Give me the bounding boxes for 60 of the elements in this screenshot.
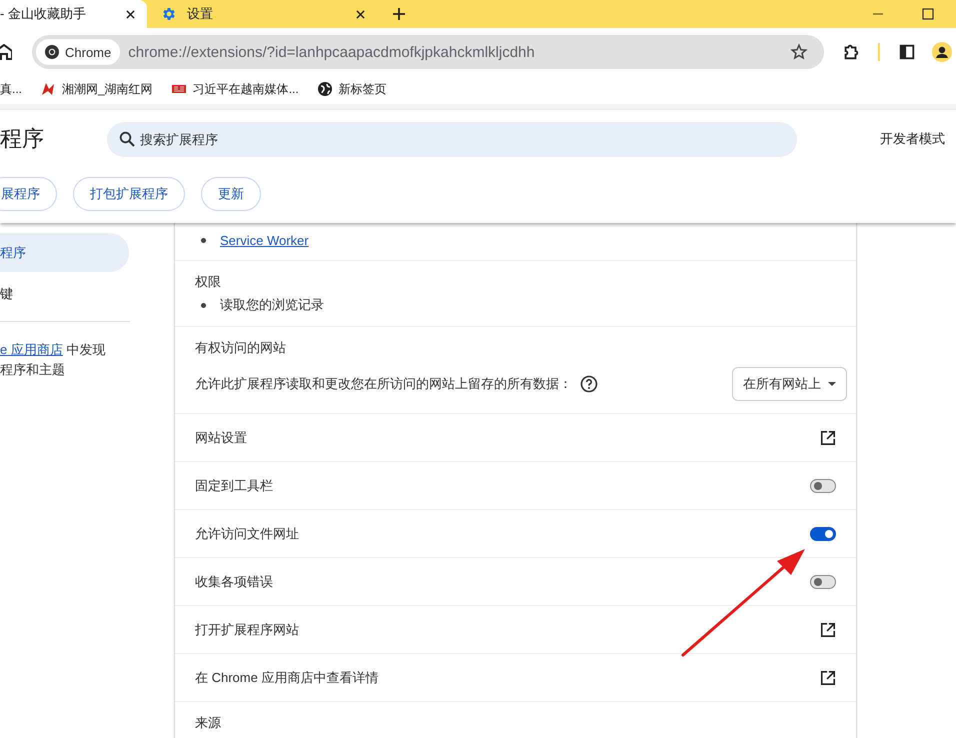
browser-logo-icon [44, 44, 60, 60]
site-access-description: 允许此扩展程序读取和更改您在所访问的网站上留存的所有数据： [195, 375, 572, 393]
external-link-icon[interactable] [820, 622, 836, 638]
bookmark-item[interactable]: 湘潮网_湖南红网 [40, 80, 153, 98]
home-icon[interactable] [0, 44, 12, 60]
sidebar-item[interactable]: 键 [0, 274, 129, 313]
section-title: 来源 [195, 714, 222, 732]
site-logo-icon [40, 81, 56, 97]
search-field[interactable]: 搜索扩展程序 [107, 122, 797, 156]
search-icon [119, 130, 135, 146]
new-tab-icon[interactable] [393, 8, 405, 20]
page-title: 程序 [0, 125, 45, 153]
gear-icon [161, 6, 177, 22]
bookmark-label: 习近平在越南媒体... [192, 80, 299, 98]
puzzle-icon[interactable] [842, 43, 860, 61]
tab-title: 设置 [187, 5, 214, 23]
developer-mode-label: 开发者模式 [880, 130, 945, 148]
globe-icon [316, 81, 333, 97]
toggle-switch[interactable] [810, 526, 836, 540]
bookmark-label: 新标签页 [338, 80, 387, 98]
close-icon[interactable] [356, 10, 365, 18]
setting-label: 网站设置 [195, 428, 247, 446]
address-bar[interactable]: Chrome chrome://extensions/?id=lanhpcaapacdmofkjpkahckmlkljcdhh [32, 35, 824, 69]
chip-label: Chrome [65, 44, 112, 60]
site-chip[interactable]: Chrome [36, 39, 120, 65]
external-link-icon[interactable] [820, 430, 836, 446]
bookmark-label: 湘潮网_湖南红网 [62, 80, 153, 98]
action-button[interactable]: 打包扩展程序 [73, 177, 185, 211]
setting-label: 在 Chrome 应用商店中查看详情 [195, 668, 378, 686]
site-access-dropdown[interactable]: 在所有网站上 [732, 367, 847, 401]
action-button[interactable]: 更新 [201, 177, 261, 211]
side-panel-icon[interactable] [898, 43, 916, 61]
browser-tab[interactable]: - 金山收藏助手 [0, 0, 147, 28]
tab-title: - 金山收藏助手 [0, 5, 87, 23]
setting-label: 打开扩展程序网站 [195, 620, 299, 638]
action-button[interactable]: 展程序 [0, 177, 57, 211]
url-text: chrome://extensions/?id=lanhpcaapacdmofkjpkahckmlkljcdhh [128, 44, 536, 60]
permission-text: 读取您的浏览记录 [220, 296, 324, 314]
setting-label: 固定到工具栏 [195, 476, 273, 494]
section-title: 权限 [195, 273, 222, 291]
bookmark-item[interactable]: 真... [0, 80, 22, 98]
view-link[interactable]: Service Worker [220, 233, 309, 248]
sidebar-item[interactable]: 程序 [0, 233, 129, 272]
bookmark-item[interactable]: 新标签页 [316, 80, 387, 98]
toggle-switch[interactable] [810, 478, 836, 492]
external-link-icon[interactable] [820, 670, 836, 686]
bookmark-item[interactable]: 习近平在越南媒体... [170, 80, 299, 98]
maximize-icon[interactable] [922, 8, 934, 20]
setting-label: 允许访问文件网址 [195, 524, 299, 542]
close-icon[interactable] [126, 10, 135, 18]
setting-label: 收集各项错误 [195, 572, 273, 590]
profile-avatar-icon[interactable] [932, 42, 952, 62]
browser-tab[interactable]: 设置 [147, 0, 377, 28]
section-title: 有权访问的网站 [195, 339, 287, 357]
toggle-switch[interactable] [810, 574, 836, 588]
help-icon[interactable] [580, 375, 598, 393]
star-icon[interactable] [790, 43, 808, 61]
store-link[interactable]: e 应用商店 [0, 342, 63, 357]
store-note: e 应用商店 中发现 程序和主题 [0, 341, 106, 379]
caret-icon [828, 382, 836, 386]
